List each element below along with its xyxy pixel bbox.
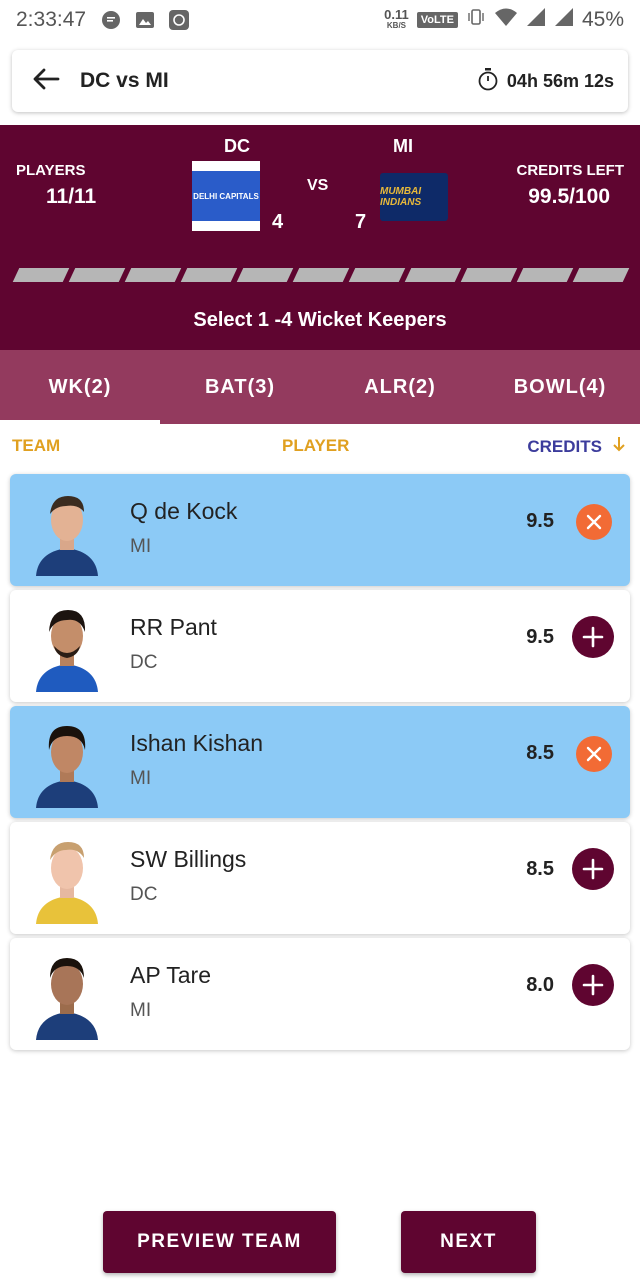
- progress-segment: [348, 268, 406, 282]
- players-count: 11/11: [46, 185, 97, 208]
- tab-bowl[interactable]: BOWL(4): [480, 350, 640, 424]
- vibrate-icon: [466, 7, 486, 33]
- signal-2-icon: [554, 7, 574, 33]
- player-row[interactable]: RR Pant DC 9.5: [10, 590, 630, 702]
- status-bar: 2:33:47 0.11 KB/S VoLTE 45%: [0, 0, 640, 40]
- role-tabs: WK(2) BAT(3) ALR(2) BOWL(4): [0, 350, 640, 424]
- network-speed: 0.11 KB/S: [384, 7, 409, 30]
- player-avatar: [36, 496, 98, 576]
- player-team: MI: [130, 536, 152, 557]
- player-team: DC: [130, 884, 158, 905]
- progress-segment: [460, 268, 518, 282]
- chat-notification-icon: [100, 9, 122, 31]
- tab-bat[interactable]: BAT(3): [160, 350, 320, 424]
- next-button[interactable]: NEXT: [401, 1211, 536, 1273]
- player-credits: 9.5: [526, 626, 554, 648]
- tab-wk[interactable]: WK(2): [0, 350, 160, 424]
- add-player-button[interactable]: [572, 964, 614, 1006]
- add-player-button[interactable]: [572, 848, 614, 890]
- progress-segment: [180, 268, 238, 282]
- player-name: Ishan Kishan: [130, 730, 263, 756]
- progress-segment: [124, 268, 182, 282]
- player-name: AP Tare: [130, 962, 211, 988]
- player-team: MI: [130, 768, 152, 789]
- progress-segment: [572, 268, 630, 282]
- selection-progress-bar: [12, 268, 630, 282]
- match-timer: 04h 56m 12s: [477, 67, 614, 96]
- plus-icon: [582, 858, 604, 880]
- player-row[interactable]: Q de Kock MI 9.5: [10, 474, 630, 586]
- player-row[interactable]: AP Tare MI 8.0: [10, 938, 630, 1050]
- close-icon: [586, 746, 602, 762]
- player-avatar: [36, 726, 98, 808]
- player-column-header[interactable]: PLAYER: [282, 436, 349, 456]
- player-list: Q de Kock MI 9.5 RR Pant DC 9.5 Ishan Ki…: [10, 474, 630, 1054]
- top-bar: DC vs MI 04h 56m 12s: [12, 50, 628, 112]
- player-row[interactable]: Ishan Kishan MI 8.5: [10, 706, 630, 818]
- page-title: DC vs MI: [80, 69, 169, 92]
- credits-column-header[interactable]: CREDITS: [527, 436, 626, 457]
- plus-icon: [582, 626, 604, 648]
- progress-segment: [12, 268, 70, 282]
- add-player-button[interactable]: [572, 616, 614, 658]
- match-header: PLAYERS 11/11 DC DELHI CAPITALS 4 VS MI …: [0, 125, 640, 350]
- remove-player-button[interactable]: [576, 736, 612, 772]
- player-team: MI: [130, 1000, 152, 1021]
- player-avatar: [36, 842, 98, 924]
- player-name: SW Billings: [130, 846, 247, 872]
- team1-player-count: 4: [272, 211, 284, 233]
- players-label: PLAYERS: [16, 162, 86, 179]
- tab-alr[interactable]: ALR(2): [320, 350, 480, 424]
- credits-left-label: CREDITS LEFT: [516, 162, 625, 179]
- progress-segment: [404, 268, 462, 282]
- player-team: DC: [130, 652, 158, 673]
- progress-segment: [236, 268, 294, 282]
- player-credits: 8.5: [526, 858, 554, 880]
- player-row[interactable]: SW Billings DC 8.5: [10, 822, 630, 934]
- image-notification-icon: [134, 9, 156, 31]
- volte-badge: VoLTE: [416, 12, 458, 28]
- plus-icon: [582, 974, 604, 996]
- team1-logo: DELHI CAPITALS: [192, 161, 260, 231]
- player-name: Q de Kock: [130, 498, 238, 524]
- progress-segment: [516, 268, 574, 282]
- player-name: RR Pant: [130, 614, 217, 640]
- team2-player-count: 7: [355, 211, 367, 233]
- credits-left-value: 99.5/100: [528, 185, 610, 208]
- timer-text: 04h 56m 12s: [506, 70, 614, 91]
- team2-logo: MUMBAI INDIANS: [380, 173, 448, 221]
- progress-segment: [292, 268, 350, 282]
- selection-instruction: Select 1 -4 Wicket Keepers: [193, 309, 447, 331]
- player-avatar: [36, 958, 98, 1040]
- signal-icon: [526, 7, 546, 33]
- player-credits: 8.5: [526, 742, 554, 764]
- team1-name: DC: [224, 136, 250, 156]
- preview-team-button[interactable]: PREVIEW TEAM: [103, 1211, 336, 1273]
- player-credits: 8.0: [526, 974, 554, 996]
- wifi-icon: [494, 7, 518, 33]
- progress-segment: [68, 268, 126, 282]
- vs-label: VS: [307, 177, 329, 194]
- app-notification-icon: [168, 9, 190, 31]
- status-time: 2:33:47: [16, 8, 87, 31]
- remove-player-button[interactable]: [576, 504, 612, 540]
- team2-name: MI: [393, 136, 413, 156]
- back-arrow-icon[interactable]: [32, 67, 60, 96]
- close-icon: [586, 514, 602, 530]
- stopwatch-icon: [477, 67, 499, 96]
- arrow-down-icon: [612, 436, 626, 457]
- team-column-header[interactable]: TEAM: [12, 436, 60, 456]
- player-avatar: [36, 610, 98, 692]
- battery-level: 45%: [581, 8, 624, 31]
- column-headers: TEAM PLAYER CREDITS: [0, 436, 640, 462]
- player-credits: 9.5: [526, 510, 554, 532]
